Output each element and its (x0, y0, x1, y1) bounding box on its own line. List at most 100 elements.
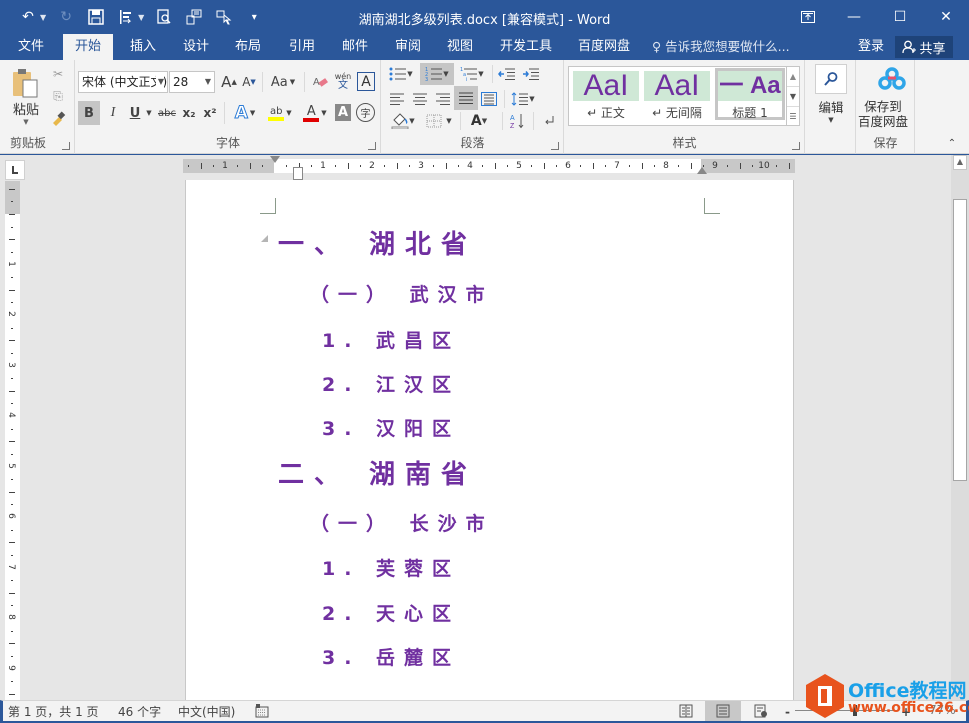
style-no-spacing[interactable]: AaI ↵ 无间隔 (644, 71, 710, 123)
right-indent-marker[interactable] (697, 167, 707, 174)
style-heading-1[interactable]: 一 Aa 标题 1 (715, 68, 785, 120)
change-case-button[interactable]: Aa ▼ (267, 71, 299, 93)
zoom-out-button[interactable]: - (785, 703, 790, 721)
sign-in-link[interactable]: 登录 (858, 34, 884, 60)
language-indicator[interactable]: 中文(中国) (178, 703, 235, 721)
paragraph-dialog-launcher[interactable] (551, 142, 559, 150)
tab-references[interactable]: 引用 (277, 34, 327, 60)
phonetic-guide-button[interactable]: wén 文 (333, 69, 353, 93)
bullets-button[interactable]: ▼ (386, 63, 416, 85)
heading-1-hubei[interactable]: 一、 湖北省 (278, 224, 477, 261)
heading-3-tianxin[interactable]: 2. 天心区 (322, 599, 460, 626)
heading-3-wuchang[interactable]: 1. 武昌区 (322, 326, 460, 353)
tab-file[interactable]: 文件 (6, 34, 56, 60)
tab-design[interactable]: 设计 (171, 34, 221, 60)
tab-review[interactable]: 审阅 (383, 34, 433, 60)
font-dialog-launcher[interactable] (368, 142, 376, 150)
collapse-heading-icon[interactable] (261, 235, 268, 242)
font-name-combo[interactable]: 宋体 (中文正文) ▼ (78, 71, 168, 93)
font-color-button[interactable]: A ▼ (299, 101, 331, 125)
read-mode-icon[interactable] (668, 701, 704, 721)
align-right-icon[interactable] (432, 88, 454, 110)
cut-icon[interactable]: ✂ (48, 64, 68, 84)
tab-mailings[interactable]: 邮件 (330, 34, 380, 60)
distributed-icon[interactable] (478, 88, 500, 110)
format-painter-icon[interactable] (48, 108, 68, 128)
style-normal[interactable]: AaI ↵ 正文 (573, 71, 639, 123)
numbering-button[interactable]: 1 2 3 ▼ (420, 63, 454, 85)
asian-layout-button[interactable]: A ▼ (464, 110, 494, 132)
justify-icon[interactable] (454, 86, 478, 110)
tab-home[interactable]: 开始 (63, 34, 114, 60)
web-layout-icon[interactable] (743, 701, 779, 721)
minimize-button[interactable]: — (831, 0, 877, 34)
find-button[interactable] (815, 64, 847, 94)
heading-3-hanyang[interactable]: 3. 汉阳区 (322, 414, 460, 441)
align-left-icon[interactable] (386, 88, 408, 110)
heading-3-jianghan[interactable]: 2. 江汉区 (322, 370, 460, 397)
editing-dropdown-icon[interactable]: ▼ (824, 115, 838, 125)
paste-button[interactable]: 粘贴 ▼ (8, 66, 44, 126)
heading-2-wuhan[interactable]: （一） 武汉市 (310, 280, 494, 307)
page-count[interactable]: 第 1 页，共 1 页 (8, 703, 99, 721)
ribbon-display-options-icon[interactable] (785, 0, 831, 34)
clipboard-dialog-launcher[interactable] (62, 142, 70, 150)
gallery-up-icon[interactable]: ▲ (787, 67, 799, 87)
subscript-button[interactable]: x₂ (180, 101, 198, 125)
underline-button[interactable]: U (126, 101, 144, 125)
sort-icon[interactable]: AZ (506, 110, 528, 132)
tab-selector[interactable] (5, 160, 25, 180)
clear-formatting-icon[interactable]: A (310, 71, 330, 93)
gallery-down-icon[interactable]: ▼ (787, 87, 799, 107)
italic-button[interactable]: I (103, 101, 123, 125)
vertical-ruler[interactable]: 1 2 3 4 5 6 7 8 9 (5, 181, 20, 700)
underline-dropdown-icon[interactable]: ▼ (144, 101, 154, 125)
collapse-ribbon-icon[interactable]: ⌃ (944, 136, 960, 150)
heading-3-furong[interactable]: 1. 芙蓉区 (322, 554, 460, 581)
styles-dialog-launcher[interactable] (792, 142, 800, 150)
highlight-color-button[interactable]: ab ▼ (264, 101, 296, 125)
strikethrough-button[interactable]: abc (156, 101, 178, 125)
paste-dropdown-icon[interactable]: ▼ (23, 118, 28, 126)
close-button[interactable]: ✕ (923, 0, 969, 34)
heading-2-changsha[interactable]: （一） 长沙市 (310, 509, 494, 536)
share-button[interactable]: 共享 (895, 36, 953, 58)
save-to-baidu-button[interactable]: 保存到 百度网盘 (857, 98, 909, 130)
first-line-indent-marker[interactable] (270, 156, 280, 163)
print-layout-icon[interactable] (705, 701, 741, 721)
heading-1-hunan[interactable]: 二、 湖南省 (278, 454, 477, 491)
tell-me-box[interactable]: ♀ 告诉我您想要做什么... (652, 34, 790, 60)
show-paragraph-marks-icon[interactable] (538, 110, 560, 132)
hanging-indent-marker[interactable] (293, 167, 303, 180)
tab-developer[interactable]: 开发工具 (488, 34, 564, 60)
tab-baidu-netdisk[interactable]: 百度网盘 (566, 34, 642, 60)
maximize-button[interactable]: ☐ (877, 0, 923, 34)
chevron-down-icon[interactable]: ▼ (155, 72, 164, 92)
gallery-more-icon[interactable]: ☰ (787, 107, 799, 127)
superscript-button[interactable]: x² (201, 101, 219, 125)
tab-insert[interactable]: 插入 (118, 34, 168, 60)
word-count[interactable]: 46 个字 (118, 703, 161, 721)
font-size-combo[interactable]: 28 ▼ (169, 71, 215, 93)
copy-icon[interactable]: ⎘ (48, 86, 68, 106)
borders-button[interactable]: ▼ (422, 110, 456, 132)
grow-font-button[interactable]: A ▲ (219, 71, 239, 93)
shrink-font-button[interactable]: A ▼ (239, 71, 259, 93)
character-border-button[interactable]: A (357, 72, 375, 91)
decrease-indent-icon[interactable] (496, 63, 518, 85)
document-page[interactable]: 一、 湖北省 （一） 武汉市 1. 武昌区 2. 江汉区 3. 汉阳区 二、 湖… (185, 180, 794, 700)
align-center-icon[interactable] (409, 88, 431, 110)
editing-label[interactable]: 编辑 (811, 97, 851, 115)
increase-indent-icon[interactable] (520, 63, 542, 85)
scroll-thumb[interactable] (953, 199, 967, 481)
tab-view[interactable]: 视图 (435, 34, 485, 60)
character-shading-button[interactable]: A (335, 104, 351, 121)
bold-button[interactable]: B (78, 101, 100, 125)
tab-layout[interactable]: 布局 (223, 34, 273, 60)
multilevel-list-button[interactable]: 1 a i ▼ (457, 63, 487, 85)
enclose-characters-button[interactable]: 字 (356, 103, 375, 122)
scroll-up-icon[interactable]: ▲ (953, 155, 967, 170)
heading-3-yuelu[interactable]: 3. 岳麓区 (322, 643, 460, 670)
vertical-scrollbar[interactable]: ▲ (951, 155, 969, 700)
macro-recording-icon[interactable] (255, 704, 269, 723)
